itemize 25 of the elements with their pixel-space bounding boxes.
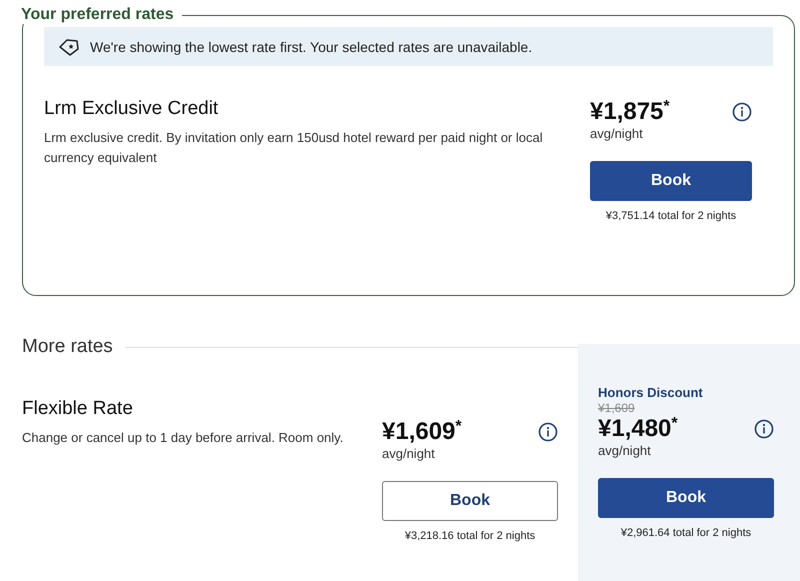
rate-name: Flexible Rate	[22, 398, 134, 420]
price-unit: avg/night	[590, 126, 644, 142]
rate-description: Lrm exclusive credit. By invitation only earn 150usd hotel reward per paid night or local currency equivalent	[44, 129, 544, 167]
section-title: More rates	[22, 336, 114, 358]
offer-label: Honors Discount	[598, 385, 704, 401]
info-icon[interactable]	[754, 419, 774, 439]
book-button[interactable]: Book	[598, 478, 774, 518]
book-button[interactable]: Book	[382, 481, 558, 521]
book-button[interactable]: Book	[590, 161, 752, 201]
price-unit: avg/night	[598, 443, 652, 459]
notice-text: We're showing the lowest rate first. Your selected rates are unavailable.	[90, 38, 532, 54]
original-price: ¥1,609	[598, 401, 636, 415]
tag-icon	[58, 38, 80, 56]
rate-name: Lrm Exclusive Credit	[44, 98, 220, 120]
info-icon[interactable]	[732, 102, 752, 122]
price-unit: avg/night	[382, 446, 436, 462]
price: ¥1,609$^{*}$	[382, 418, 462, 446]
price: ¥1,875$^{*}$	[590, 98, 670, 126]
rate-description: Change or cancel up to 1 day before arrival. Room only.	[22, 429, 344, 447]
total-price: ¥2,961.64 total for 2 nights	[620, 527, 752, 539]
total-price: ¥3,751.14 total for 2 nights	[604, 210, 738, 222]
info-icon[interactable]	[538, 422, 558, 442]
price: ¥1,480$^{*}$	[598, 415, 678, 443]
total-price: ¥3,218.16 total for 2 nights	[404, 530, 536, 542]
section-title: Your preferred rates	[21, 6, 175, 24]
